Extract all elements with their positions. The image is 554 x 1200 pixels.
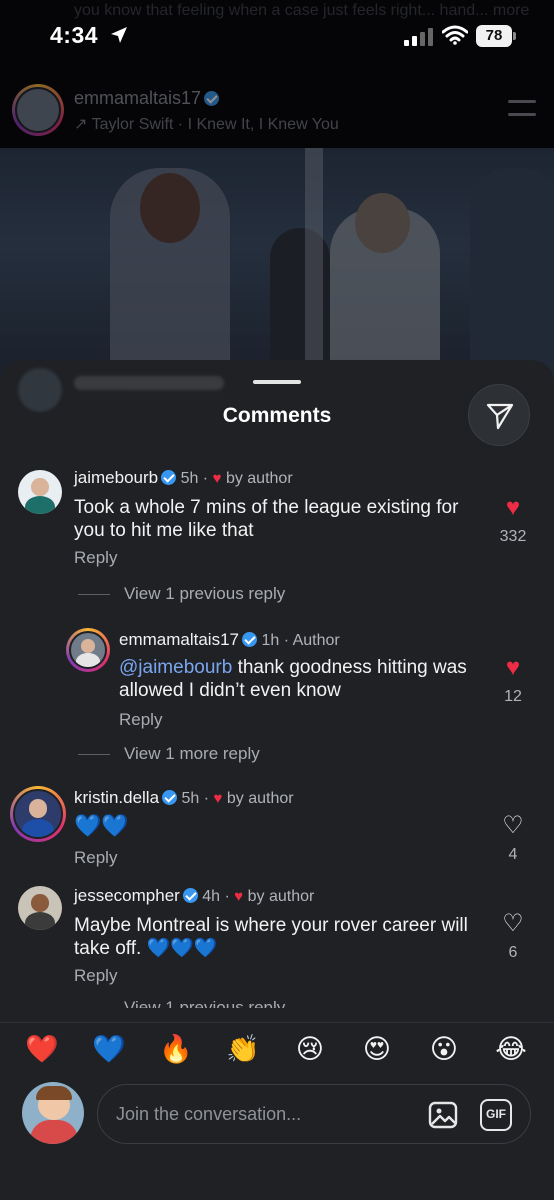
- emoji-clap[interactable]: 👏: [223, 1033, 263, 1065]
- heart-outline-icon: ♡: [502, 812, 524, 839]
- like-button[interactable]: ♡ 6: [498, 912, 528, 962]
- verified-badge-icon: [161, 470, 177, 485]
- commenter-avatar[interactable]: [18, 470, 62, 514]
- share-button[interactable]: [468, 384, 530, 446]
- verified-badge-icon: [242, 632, 257, 647]
- like-count: 6: [508, 944, 518, 961]
- like-count: 332: [499, 528, 527, 545]
- emoji-red-heart[interactable]: ❤️: [22, 1033, 62, 1065]
- like-button[interactable]: ♥ 332: [498, 496, 528, 546]
- comment-username[interactable]: emmamaltais17: [119, 630, 239, 649]
- like-button[interactable]: ♥ 12: [498, 656, 528, 706]
- reply-button[interactable]: Reply: [119, 710, 162, 730]
- heart-filled-icon: ♥: [505, 654, 521, 681]
- author-heart-icon: ♥: [213, 790, 223, 807]
- status-bar: 4:34 78: [0, 0, 554, 72]
- reply-button[interactable]: Reply: [74, 548, 117, 568]
- liked-by-author: by author: [225, 470, 293, 487]
- emoji-heart-eyes[interactable]: 😍: [357, 1033, 397, 1065]
- commenter-avatar[interactable]: [18, 886, 62, 930]
- like-count: 12: [504, 688, 522, 705]
- comment-meta: jessecompher 4h · ♥ by author: [74, 886, 315, 905]
- view-previous-replies[interactable]: View 1 previous reply: [78, 584, 285, 604]
- emoji-surprised[interactable]: 😮: [424, 1033, 464, 1065]
- emoji-laugh[interactable]: 😂: [491, 1033, 531, 1065]
- comment-age: 4h: [202, 888, 221, 905]
- like-button[interactable]: ♡ 4: [498, 814, 528, 864]
- emoji-fire[interactable]: 🔥: [156, 1033, 196, 1065]
- comment-age: 5h: [181, 790, 200, 807]
- heart-outline-icon: ♡: [502, 910, 524, 937]
- verified-badge-icon: [162, 790, 178, 805]
- comments-sheet: Comments jaimebourb 5h · ♥ by author Too…: [0, 360, 554, 1200]
- reply-button[interactable]: Reply: [74, 966, 117, 986]
- comment-text: Maybe Montreal is where your rover caree…: [74, 915, 468, 959]
- cellular-signal-icon: [404, 28, 433, 46]
- comment-item: kristin.della 5h · ♥ by author 💙💙 Reply …: [0, 786, 554, 886]
- battery-icon: 78: [476, 24, 516, 48]
- reply-item: emmamaltais17 1h · Author @jaimebourb th…: [0, 626, 554, 736]
- view-more-replies[interactable]: View 1 more reply: [78, 744, 260, 764]
- commenter-avatar[interactable]: [10, 786, 66, 842]
- heart-filled-icon: ♥: [505, 494, 521, 521]
- comment-meta: kristin.della 5h · ♥ by author: [74, 788, 294, 807]
- like-count: 4: [508, 846, 518, 863]
- view-previous-replies[interactable]: View 1 previous reply: [78, 998, 285, 1008]
- current-user-avatar: [22, 1082, 84, 1144]
- comment-list[interactable]: jaimebourb 5h · ♥ by author Took a whole…: [0, 460, 554, 1008]
- comment-input-placeholder: Join the conversation...: [116, 1104, 302, 1124]
- emoji-quick-bar: ❤️ 💙 🔥 👏 😢 😍 😮 😂: [0, 1022, 554, 1072]
- reply-button[interactable]: Reply: [74, 848, 117, 868]
- mention-link[interactable]: @jaimebourb: [119, 657, 232, 678]
- comment-input[interactable]: Join the conversation... GIF: [97, 1084, 531, 1144]
- commenter-avatar[interactable]: [66, 628, 110, 672]
- comment-age: 1h: [261, 632, 280, 649]
- comment-username[interactable]: jessecompher: [74, 886, 180, 905]
- author-heart-icon: ♥: [234, 888, 244, 905]
- location-arrow-icon: [111, 27, 127, 43]
- comment-age: 5h: [180, 470, 199, 487]
- comment-username[interactable]: kristin.della: [74, 788, 159, 807]
- comment-meta: emmamaltais17 1h · Author: [119, 630, 340, 649]
- emoji-cry[interactable]: 😢: [290, 1033, 330, 1065]
- sheet-grabber[interactable]: [253, 380, 301, 384]
- comment-item: jaimebourb 5h · ♥ by author Took a whole…: [0, 466, 554, 586]
- liked-by-author: by author: [247, 888, 315, 905]
- liked-by-author: by author: [226, 790, 294, 807]
- comment-text: 💙💙: [74, 813, 129, 838]
- comment-text: Took a whole 7 mins of the league existi…: [74, 497, 459, 541]
- comment-username[interactable]: jaimebourb: [74, 468, 158, 487]
- emoji-blue-heart[interactable]: 💙: [89, 1033, 129, 1065]
- comment-meta: jaimebourb 5h · ♥ by author: [74, 468, 293, 487]
- wifi-icon: [442, 25, 468, 45]
- author-tag: Author: [292, 632, 340, 649]
- comment-text: @jaimebourb thank goodness hitting was a…: [119, 657, 467, 701]
- send-icon: [486, 403, 514, 430]
- author-heart-icon: ♥: [212, 470, 222, 487]
- status-time: 4:34: [50, 22, 99, 48]
- comment-item: jessecompher 4h · ♥ by author Maybe Mont…: [0, 884, 554, 994]
- image-icon[interactable]: [428, 1100, 458, 1130]
- verified-badge-icon: [182, 888, 198, 903]
- gif-button[interactable]: GIF: [480, 1099, 512, 1131]
